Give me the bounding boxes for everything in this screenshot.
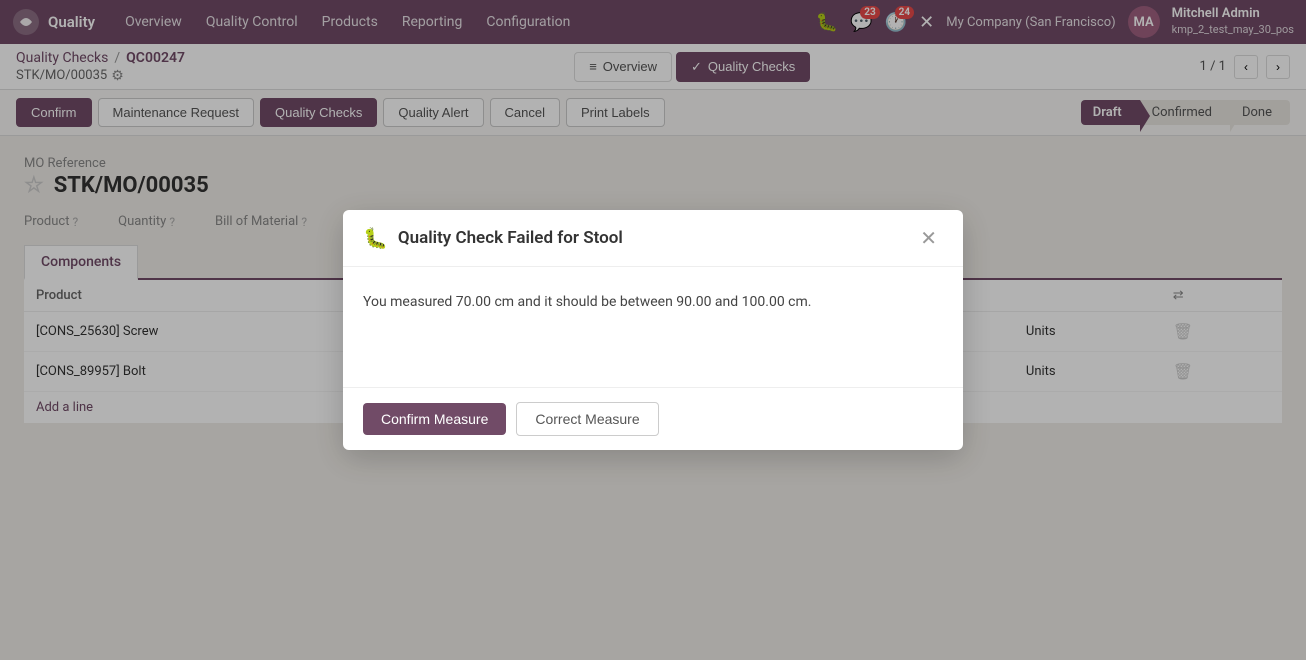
- correct-measure-button[interactable]: Correct Measure: [516, 402, 658, 436]
- modal-body: You measured 70.00 cm and it should be b…: [343, 267, 963, 387]
- modal-dialog: 🐛 Quality Check Failed for Stool ✕ You m…: [343, 210, 963, 450]
- modal-footer: Confirm Measure Correct Measure: [343, 387, 963, 450]
- confirm-measure-button[interactable]: Confirm Measure: [363, 403, 506, 435]
- modal-bug-icon: 🐛: [363, 226, 388, 250]
- modal-message: You measured 70.00 cm and it should be b…: [363, 291, 943, 313]
- modal-title: Quality Check Failed for Stool: [398, 228, 904, 248]
- modal-overlay: 🐛 Quality Check Failed for Stool ✕ You m…: [0, 0, 1306, 660]
- modal-close-button[interactable]: ✕: [914, 226, 943, 250]
- modal-header: 🐛 Quality Check Failed for Stool ✕: [343, 210, 963, 267]
